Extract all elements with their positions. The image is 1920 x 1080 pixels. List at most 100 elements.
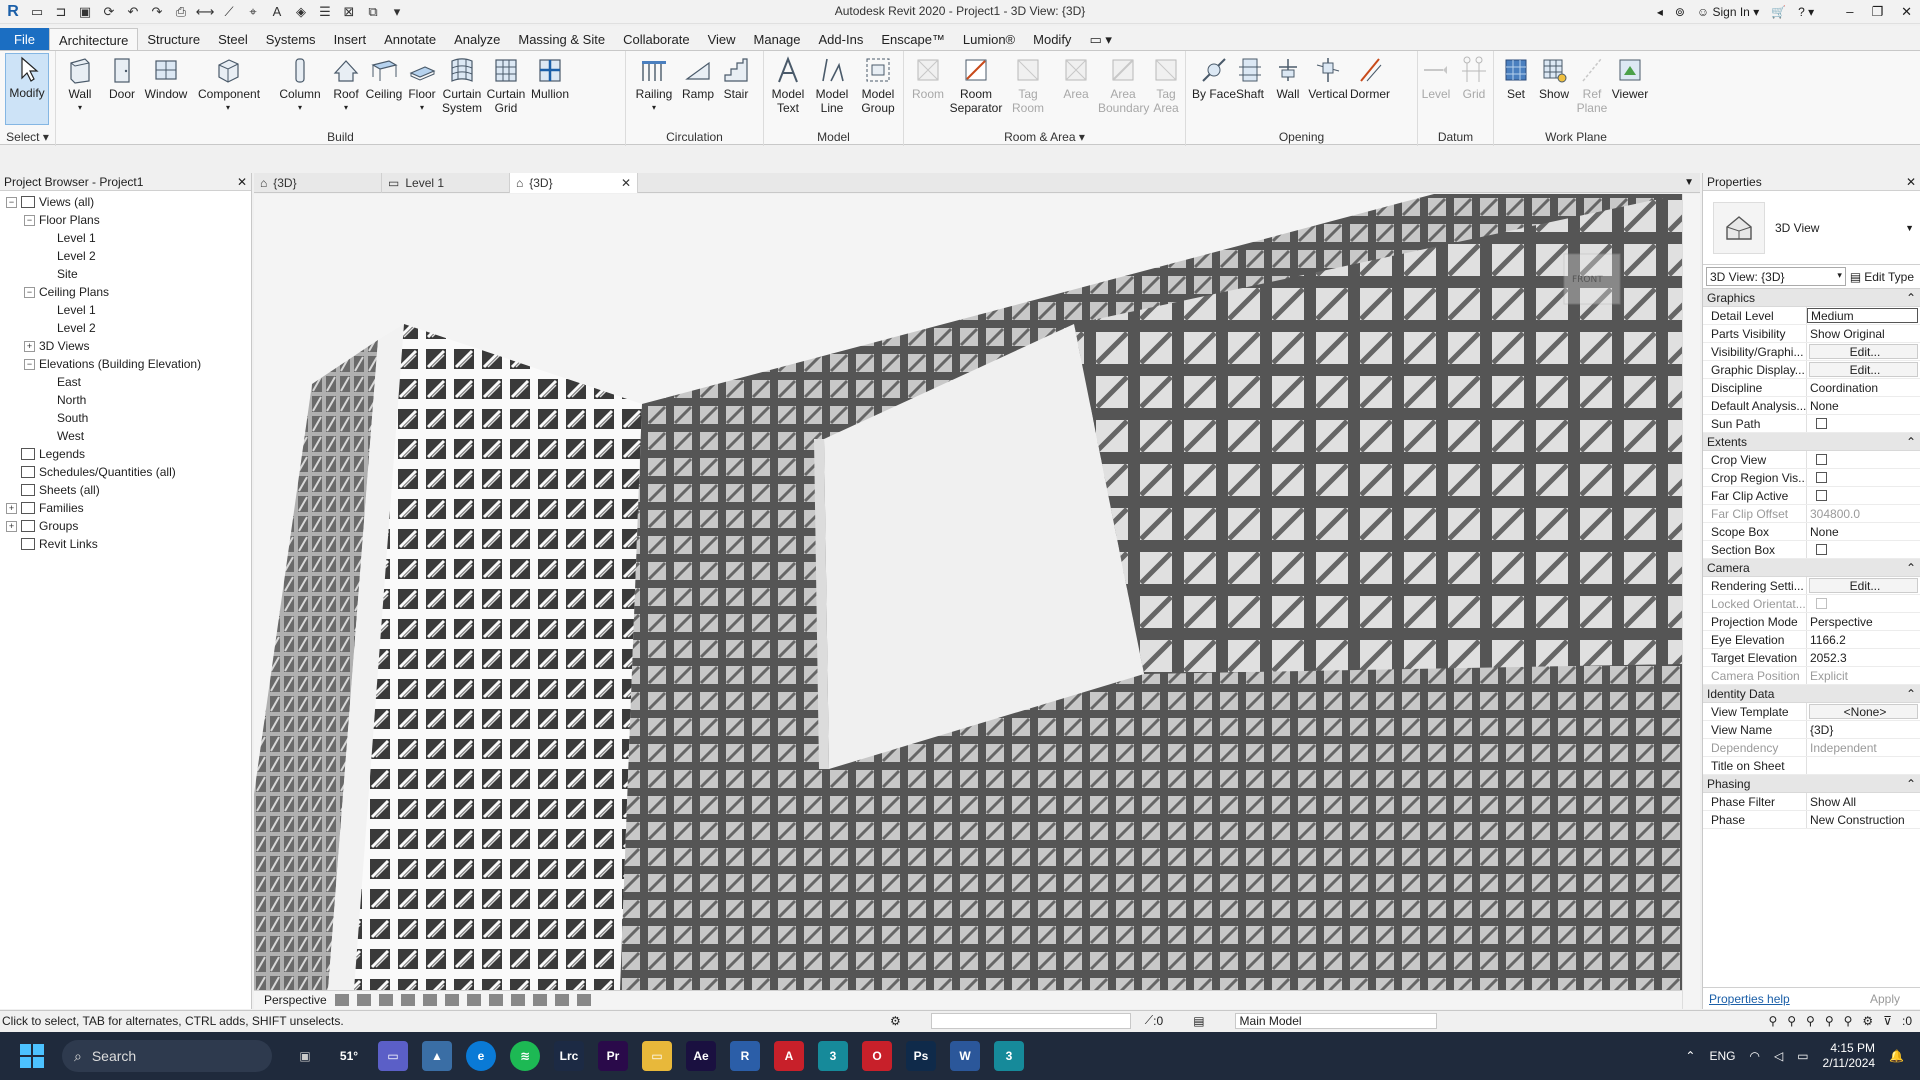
taskbar-app-icon[interactable]: W [950, 1041, 980, 1071]
view-tab-3d-active[interactable]: ⌂ {3D} ✕ [510, 173, 638, 193]
property-value[interactable]: 2052.3 [1807, 649, 1920, 666]
design-options-icon[interactable]: ⟋ [1145, 1013, 1153, 1028]
property-value[interactable]: Coordination [1807, 379, 1920, 396]
taskbar-app-icon[interactable]: R [730, 1041, 760, 1071]
wall-opening-button[interactable]: Wall [1266, 55, 1310, 101]
type-selector[interactable]: 3D View ▼ [1703, 191, 1920, 265]
default-3d-view-icon[interactable]: ◈ [292, 3, 310, 21]
collapse-section-icon[interactable]: ⌃ [1906, 435, 1916, 449]
door-button[interactable]: Door [100, 55, 144, 101]
mullion-button[interactable]: Mullion [528, 55, 572, 101]
save-icon[interactable]: ▣ [76, 3, 94, 21]
taskbar-app-icon[interactable]: O [862, 1041, 892, 1071]
curtain-grid-button[interactable]: Curtain Grid [484, 55, 528, 115]
view-tab-level-1[interactable]: ▭ Level 1 [382, 173, 510, 193]
tab-systems[interactable]: Systems [257, 28, 325, 50]
property-section[interactable]: Graphics ⌃ [1703, 289, 1920, 307]
tag-icon[interactable]: ⌖ [244, 3, 262, 21]
room-separator-button[interactable]: Room Separator [948, 55, 1004, 115]
grid-button[interactable]: Grid [1452, 55, 1496, 101]
railing-button[interactable]: Railing ▾ [632, 55, 676, 115]
viewport-scrollbar[interactable] [1682, 194, 1700, 1009]
tree-item[interactable]: North [0, 391, 251, 409]
task-view-icon[interactable]: ▣ [290, 1041, 320, 1071]
model-line-button[interactable]: Model Line [810, 55, 854, 115]
tabs-menu-icon[interactable]: ▼ [1684, 173, 1700, 192]
property-value[interactable]: Edit... [1809, 344, 1918, 359]
property-value[interactable]: Medium [1807, 308, 1918, 323]
wall-button[interactable]: Wall ▾ [58, 55, 102, 115]
dormer-button[interactable]: Dormer [1348, 55, 1392, 101]
collapse-icon[interactable]: − [24, 358, 35, 370]
property-value[interactable] [1807, 451, 1920, 468]
projection-mode-label[interactable]: Perspective [264, 993, 327, 1007]
select-links-icon[interactable]: ⚲ [1768, 1014, 1777, 1028]
room-area-dropdown[interactable]: Room & Area ▾ [904, 130, 1185, 144]
property-value[interactable]: 1166.2 [1807, 631, 1920, 648]
view-cube-icon[interactable]: FRONT [1563, 253, 1621, 305]
switch-windows-icon[interactable]: ⧉ [364, 3, 382, 21]
property-value[interactable]: New Construction [1807, 811, 1920, 828]
property-value[interactable]: <None> [1809, 704, 1918, 719]
tab-insert[interactable]: Insert [325, 28, 376, 50]
property-value[interactable]: Show All [1807, 793, 1920, 810]
cart-icon[interactable]: 🛒 [1771, 5, 1786, 19]
component-button[interactable]: Component ▾ [198, 55, 260, 115]
property-value[interactable]: None [1807, 397, 1920, 414]
aligned-dimension-icon[interactable]: ⟋ [220, 3, 238, 21]
visual-style-icon[interactable] [356, 994, 371, 1006]
tab-enscape[interactable]: Enscape™ [872, 28, 954, 50]
sync-icon[interactable]: ⟳ [100, 3, 118, 21]
taskbar-app-icon[interactable]: A [774, 1041, 804, 1071]
background-process-icon[interactable]: ⚙ [1862, 1014, 1873, 1028]
tab-structure[interactable]: Structure [138, 28, 209, 50]
taskbar-app-icon[interactable]: Ae [686, 1041, 716, 1071]
properties-help-link[interactable]: Properties help [1709, 992, 1790, 1006]
notification-icon[interactable]: 🔔 [1889, 1049, 1904, 1063]
binoculars-icon[interactable]: ⊚ [1675, 5, 1685, 19]
tree-item[interactable]: − Elevations (Building Elevation) [0, 355, 251, 373]
3d-viewport[interactable]: FRONT [254, 194, 1682, 990]
model-group-button[interactable]: Model Group [856, 55, 900, 115]
taskbar-app-icon[interactable]: Pr [598, 1041, 628, 1071]
collapse-section-icon[interactable]: ⌃ [1906, 777, 1916, 791]
rendering-icon[interactable] [422, 994, 437, 1006]
checkbox[interactable] [1816, 544, 1827, 555]
tree-item[interactable]: + Families [0, 499, 251, 517]
close-hidden-windows-icon[interactable]: ⊠ [340, 3, 358, 21]
tab-massing-site[interactable]: Massing & Site [509, 28, 614, 50]
edge-icon[interactable]: e [466, 1041, 496, 1071]
sun-path-icon[interactable] [378, 994, 393, 1006]
wifi-icon[interactable]: ◠ [1749, 1049, 1759, 1063]
checkbox[interactable] [1816, 490, 1827, 501]
property-value[interactable]: {3D} [1807, 721, 1920, 738]
close-icon[interactable]: ✕ [1906, 175, 1916, 189]
column-button[interactable]: Column ▾ [278, 55, 322, 115]
room-button[interactable]: Room [906, 55, 950, 101]
drag-elements-icon[interactable]: ⚲ [1844, 1014, 1853, 1028]
close-icon[interactable]: ✕ [1901, 4, 1912, 20]
help-icon[interactable]: ? ▾ [1798, 5, 1814, 19]
teams-icon[interactable]: ▭ [378, 1041, 408, 1071]
tree-item[interactable]: South [0, 409, 251, 427]
tree-item[interactable]: Revit Links [0, 535, 251, 553]
property-value[interactable]: Edit... [1809, 362, 1918, 377]
customize-qat-icon[interactable]: ▾ [388, 3, 406, 21]
tab-view[interactable]: View [699, 28, 745, 50]
clock[interactable]: 4:15 PM 2/11/2024 [1823, 1041, 1876, 1071]
close-tab-icon[interactable]: ✕ [621, 176, 631, 190]
workset-dropdown[interactable] [930, 1012, 1131, 1029]
select-by-face-icon[interactable]: ⚲ [1825, 1014, 1834, 1028]
collapse-icon[interactable]: − [6, 196, 17, 208]
stair-button[interactable]: Stair [714, 55, 758, 101]
spotify-icon[interactable]: ≋ [510, 1041, 540, 1071]
detail-level-icon[interactable] [334, 994, 349, 1006]
collapse-section-icon[interactable]: ⌃ [1906, 291, 1916, 305]
property-value[interactable]: Show Original [1807, 325, 1920, 342]
checkbox[interactable] [1816, 472, 1827, 483]
taskbar-app-icon[interactable]: Lrc [554, 1041, 584, 1071]
tree-item[interactable]: − Views (all) [0, 193, 251, 211]
tree-item[interactable]: Level 1 [0, 301, 251, 319]
photos-icon[interactable]: ▲ [422, 1041, 452, 1071]
tree-item[interactable]: +3D Views [0, 337, 251, 355]
